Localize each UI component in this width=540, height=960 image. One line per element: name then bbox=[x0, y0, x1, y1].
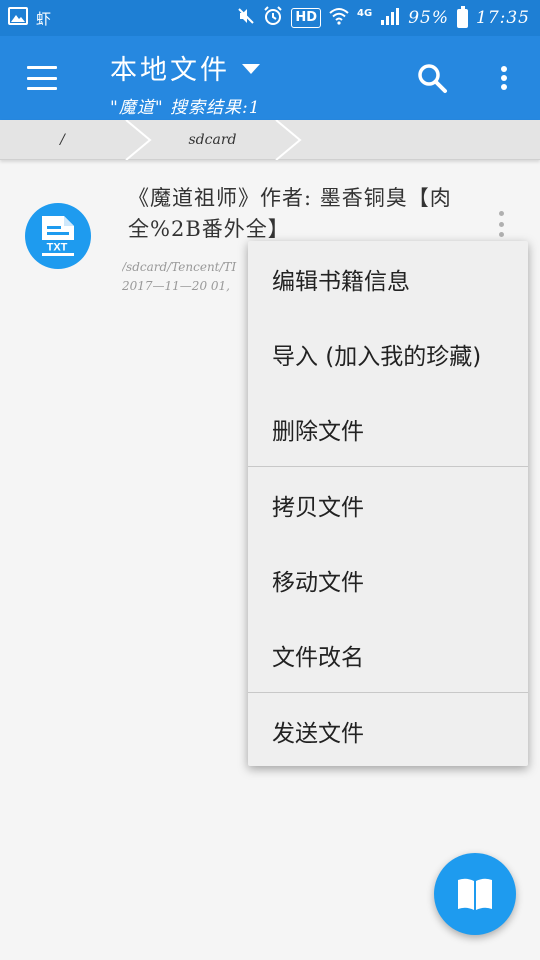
txt-label: TXT bbox=[47, 242, 68, 254]
menu-copy-file[interactable]: 拷贝文件 bbox=[248, 467, 528, 542]
open-book-fab[interactable] bbox=[434, 853, 516, 935]
menu-delete-file[interactable]: 删除文件 bbox=[248, 391, 528, 466]
breadcrumb: / sdcard bbox=[0, 120, 540, 160]
network-type-label: 4G bbox=[357, 7, 373, 19]
app-notification-glyph: 虾 bbox=[36, 9, 52, 28]
battery-percent: 95% bbox=[408, 8, 449, 28]
file-meta: /sdcard/Tencent/TI 2017—11—20 01, bbox=[122, 258, 262, 296]
hamburger-menu-icon[interactable] bbox=[22, 62, 62, 94]
hd-voice-badge: HD bbox=[291, 8, 322, 28]
battery-icon bbox=[457, 5, 468, 28]
breadcrumb-root[interactable]: / bbox=[0, 120, 125, 160]
overflow-menu-icon[interactable] bbox=[492, 62, 516, 94]
caret-down-icon bbox=[242, 63, 260, 74]
menu-import-favorites[interactable]: 导入 (加入我的珍藏) bbox=[248, 316, 528, 391]
file-date: 2017—11—20 01, bbox=[122, 279, 230, 293]
breadcrumb-chevron-icon bbox=[275, 120, 302, 160]
search-icon[interactable] bbox=[414, 60, 450, 96]
menu-rename-file[interactable]: 文件改名 bbox=[248, 617, 528, 692]
file-path: /sdcard/Tencent/TI bbox=[122, 260, 237, 274]
context-menu: 编辑书籍信息 导入 (加入我的珍藏) 删除文件 拷贝文件 移动文件 文件改名 发… bbox=[248, 241, 528, 766]
menu-edit-book-info[interactable]: 编辑书籍信息 bbox=[248, 241, 528, 316]
menu-move-file[interactable]: 移动文件 bbox=[248, 542, 528, 617]
alarm-icon bbox=[263, 6, 283, 30]
file-title: 《魔道祖师》作者: 墨香铜臭【肉全%2B番外全】 bbox=[128, 186, 452, 241]
title-dropdown[interactable]: 本地文件 "魔道" 搜索结果:1 bbox=[110, 48, 261, 118]
menu-send-file[interactable]: 发送文件 bbox=[248, 693, 528, 768]
page-title: 本地文件 bbox=[110, 55, 230, 86]
status-bar: 虾 HD 4G 95% 17:35 bbox=[0, 0, 540, 36]
gallery-notification-icon bbox=[8, 7, 28, 29]
book-icon bbox=[458, 878, 492, 910]
signal-icon bbox=[380, 7, 400, 29]
app-bar: 本地文件 "魔道" 搜索结果:1 bbox=[0, 36, 540, 120]
clock: 17:35 bbox=[476, 8, 530, 28]
wifi-icon bbox=[329, 7, 349, 29]
item-overflow-icon[interactable] bbox=[496, 211, 506, 237]
breadcrumb-sdcard[interactable]: sdcard bbox=[150, 120, 275, 160]
txt-file-icon: TXT bbox=[25, 203, 91, 269]
page-subtitle: "魔道" 搜索结果:1 bbox=[110, 98, 261, 118]
mute-icon bbox=[237, 7, 255, 29]
